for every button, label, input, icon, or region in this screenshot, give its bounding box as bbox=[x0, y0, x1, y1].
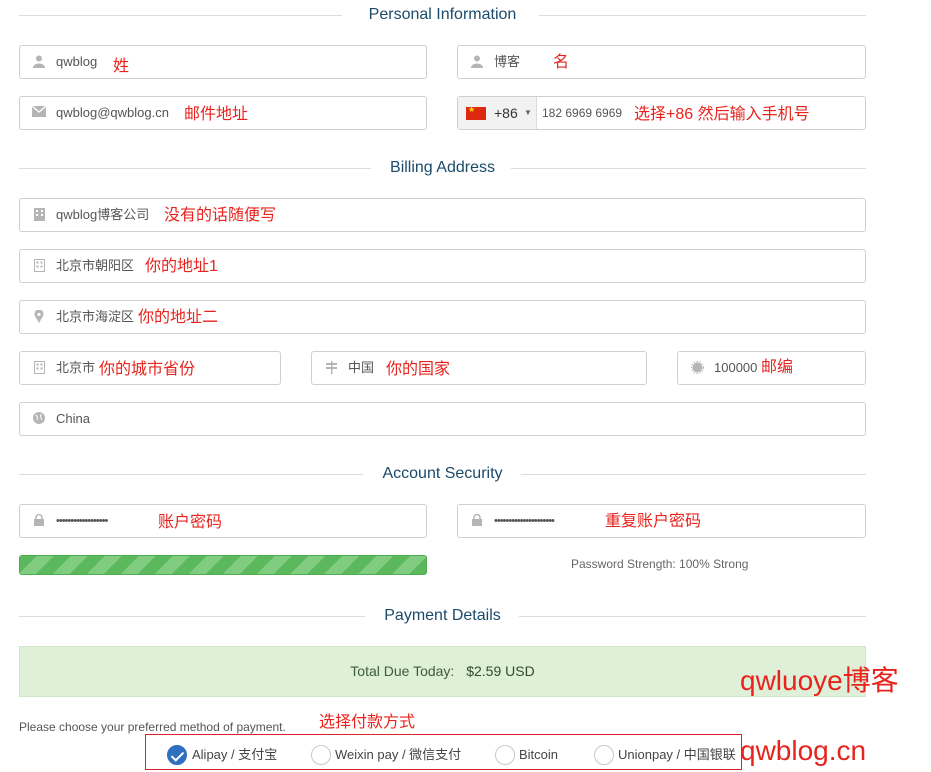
map-marker-icon bbox=[32, 309, 46, 324]
radio-weixin-pay[interactable] bbox=[311, 745, 331, 765]
section-personal-information: Personal Information bbox=[19, 5, 866, 25]
user-icon bbox=[32, 55, 46, 69]
country-field[interactable]: China bbox=[19, 402, 866, 436]
certificate-icon bbox=[690, 361, 704, 375]
chevron-down-icon: ▼ bbox=[524, 108, 532, 117]
company-field[interactable]: qwblog博客公司 bbox=[19, 198, 866, 232]
building-icon bbox=[32, 361, 46, 375]
confirm-password-value: ••••••••••••••••••••• bbox=[494, 515, 555, 527]
confirm-password-annotation: 重复账户密码 bbox=[605, 513, 702, 530]
address2-annotation: 你的地址二 bbox=[138, 309, 219, 326]
password-strength-bar bbox=[19, 555, 427, 575]
state-annotation: 你的国家 bbox=[386, 361, 451, 378]
watermark-line1: qwluoye博客 bbox=[740, 665, 899, 696]
building-icon bbox=[32, 208, 46, 222]
password-field[interactable]: •••••••••••••••••• bbox=[19, 504, 427, 538]
phone-value: 182 6969 6969 bbox=[542, 106, 623, 120]
address1-annotation: 你的地址1 bbox=[145, 258, 218, 275]
china-flag-icon bbox=[466, 105, 486, 120]
total-due-amount: $2.59 USD bbox=[466, 663, 535, 679]
building-icon bbox=[32, 259, 46, 273]
globe-icon bbox=[32, 412, 46, 426]
last-name-value: 博客 bbox=[494, 54, 521, 69]
last-name-field[interactable]: 博客 bbox=[457, 45, 866, 79]
password-value: •••••••••••••••••• bbox=[56, 515, 108, 527]
company-annotation: 没有的话随便写 bbox=[164, 207, 277, 224]
email-annotation: 邮件地址 bbox=[184, 106, 249, 123]
password-strength-label: Password Strength: 100% Strong bbox=[571, 557, 749, 571]
city-annotation: 你的城市省份 bbox=[99, 361, 196, 378]
address1-value: 北京市朝阳区 bbox=[56, 258, 135, 273]
address2-value: 北京市海淀区 bbox=[56, 309, 135, 324]
first-name-value: qwblog bbox=[56, 54, 98, 69]
user-icon bbox=[470, 55, 484, 69]
total-due-box: Total Due Today: $2.59 USD bbox=[19, 646, 866, 697]
section-title: Account Security bbox=[366, 465, 519, 482]
postcode-annotation: 邮编 bbox=[761, 359, 794, 376]
phone-annotation: 选择+86 然后输入手机号 bbox=[634, 106, 810, 123]
radio-label-alipay[interactable]: Alipay / 支付宝 bbox=[192, 746, 277, 764]
state-field[interactable]: 中国 bbox=[311, 351, 647, 385]
section-account-security: Account Security bbox=[19, 464, 866, 484]
watermark-line2: qwblog.cn bbox=[740, 735, 867, 766]
payment-method-prompt: Please choose your preferred method of p… bbox=[19, 720, 286, 734]
section-title: Personal Information bbox=[352, 6, 533, 23]
section-billing-address: Billing Address bbox=[19, 158, 866, 178]
company-value: qwblog博客公司 bbox=[56, 207, 150, 222]
section-title: Billing Address bbox=[374, 159, 511, 176]
country-value: China bbox=[56, 411, 90, 426]
lock-icon bbox=[470, 513, 484, 528]
country-code: +86 bbox=[494, 105, 518, 121]
signpost-icon bbox=[324, 361, 338, 375]
section-payment-details: Payment Details bbox=[19, 606, 866, 626]
password-annotation: 账户密码 bbox=[158, 514, 223, 531]
total-due-label: Total Due Today: bbox=[350, 663, 455, 679]
state-value: 中国 bbox=[348, 360, 375, 375]
payment-method-annotation: 选择付款方式 bbox=[319, 714, 416, 731]
first-name-annotation: 姓 bbox=[113, 58, 130, 75]
radio-label-bitcoin[interactable]: Bitcoin bbox=[519, 746, 558, 764]
first-name-field[interactable]: qwblog bbox=[19, 45, 427, 79]
radio-bitcoin[interactable] bbox=[495, 745, 515, 765]
postcode-value: 100000 bbox=[714, 360, 758, 375]
last-name-annotation: 名 bbox=[553, 54, 570, 71]
email-value: qwblog@qwblog.cn bbox=[56, 105, 169, 120]
envelope-icon bbox=[31, 105, 47, 120]
radio-label-weixin-pay[interactable]: Weixin pay / 微信支付 bbox=[335, 746, 461, 764]
section-title: Payment Details bbox=[368, 607, 517, 624]
city-value: 北京市 bbox=[56, 360, 96, 375]
radio-alipay[interactable] bbox=[167, 745, 187, 765]
lock-icon bbox=[32, 513, 46, 528]
radio-unionpay[interactable] bbox=[594, 745, 614, 765]
country-code-select[interactable]: +86 ▼ bbox=[458, 97, 537, 129]
radio-label-unionpay[interactable]: Unionpay / 中国银联 bbox=[618, 746, 736, 764]
